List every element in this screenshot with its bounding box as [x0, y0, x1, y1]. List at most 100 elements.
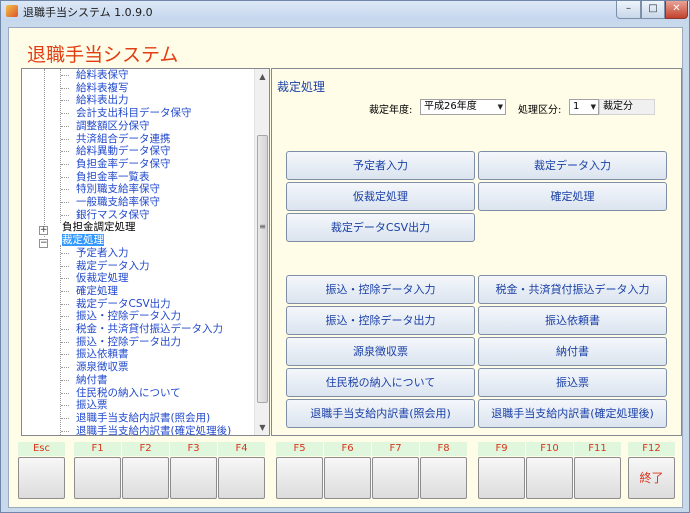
fkey-header-f3: F3	[170, 442, 217, 456]
fkey-button-f7[interactable]	[372, 457, 419, 499]
tree-item[interactable]: 給料表出力	[76, 94, 129, 107]
window-title: 退職手当システム 1.0.9.0	[23, 6, 153, 19]
tree-item-label: 納付書	[76, 373, 108, 386]
app-icon	[6, 5, 18, 17]
maximize-button[interactable]: □	[641, 1, 665, 19]
tree-item[interactable]: 税金・共済貸付振込データ入力	[76, 323, 223, 336]
tree-item[interactable]: 給料異動データ保守	[76, 145, 171, 158]
tree-guide-line	[61, 316, 69, 318]
action-button[interactable]: 振込票	[478, 368, 667, 397]
tree-item[interactable]: 納付書	[76, 374, 108, 387]
tree-item[interactable]: 確定処理	[76, 285, 118, 298]
category-text: 裁定分	[599, 99, 655, 115]
tree-guide-line	[61, 379, 69, 381]
fkey-button-f8[interactable]	[420, 457, 467, 499]
fkey-button-f1[interactable]	[74, 457, 121, 499]
action-button[interactable]: 裁定データ入力	[478, 151, 667, 180]
tree-guide-line	[61, 329, 69, 330]
title-bar[interactable]: 退職手当システム 1.0.9.0 – □ ✕	[1, 1, 689, 21]
tree-item[interactable]: 振込・控除データ出力	[76, 336, 181, 349]
action-button[interactable]: 退職手当支給内訳書(照会用)	[286, 399, 475, 428]
tree-scrollbar[interactable]: ▲ ≡ ▼	[254, 69, 269, 435]
dropdown-icon: ▼	[497, 103, 503, 111]
tree-item[interactable]: 負担金率データ保守	[76, 158, 171, 171]
action-button[interactable]: 振込・控除データ出力	[286, 306, 475, 335]
tree-item[interactable]: 負担金率一覧表	[76, 171, 150, 184]
section-title: 裁定処理	[277, 80, 326, 94]
tree-item[interactable]: 振込票	[76, 399, 108, 412]
tree-item-label: 住民税の納入について	[76, 386, 181, 399]
fkey-header-f6: F6	[324, 442, 371, 456]
tree-guide-line	[61, 75, 69, 76]
fkey-header-esc: Esc	[18, 442, 65, 456]
tree-item-label: 銀行マスタ保守	[76, 208, 150, 221]
tree-item-parent[interactable]: 負担金調定処理	[62, 221, 136, 234]
tree-guide-line	[61, 417, 69, 419]
tree-guide-line	[61, 405, 69, 407]
tree-item[interactable]: 振込依頼書	[76, 348, 129, 361]
action-button[interactable]: 退職手当支給内訳書(確定処理後)	[478, 399, 667, 428]
tree-item[interactable]: 共済組合データ連携	[76, 133, 171, 146]
tree-item-label: 特別職支給率保守	[76, 183, 160, 196]
scroll-thumb[interactable]	[257, 135, 268, 403]
tree-item[interactable]: 仮裁定処理	[76, 272, 129, 285]
fkey-button-f3[interactable]	[170, 457, 217, 499]
action-button[interactable]: 住民税の納入について	[286, 368, 475, 397]
tree-guide-line	[61, 202, 69, 203]
tree-item[interactable]: 会計支出科目データ保守	[76, 107, 192, 120]
fiscal-year-select[interactable]: 平成26年度 ▼	[420, 99, 506, 115]
action-button[interactable]: 納付書	[478, 337, 667, 366]
fkey-button-f12[interactable]: 終了	[628, 457, 675, 499]
scroll-down-icon[interactable]: ▼	[255, 420, 269, 435]
fkey-header-f9: F9	[478, 442, 525, 456]
fkey-button-f5[interactable]	[276, 457, 323, 499]
fkey-button-esc[interactable]	[18, 457, 65, 499]
tree-item[interactable]: 調整額区分保守	[76, 120, 150, 133]
tree-item[interactable]: 一般職支給率保守	[76, 196, 160, 209]
tree-item[interactable]: 予定者入力	[76, 247, 129, 260]
tree-item[interactable]: 給料表複写	[76, 82, 129, 95]
tree-item[interactable]: 裁定データ入力	[76, 260, 150, 273]
tree-guide-line	[61, 290, 69, 292]
tree-item-parent[interactable]: 裁定処理	[62, 234, 104, 247]
category-select[interactable]: 1 ▼	[569, 99, 599, 115]
action-button[interactable]: 確定処理	[478, 182, 667, 211]
fkey-button-f2[interactable]	[122, 457, 169, 499]
fkey-button-f10[interactable]	[526, 457, 573, 499]
action-button[interactable]: 予定者入力	[286, 151, 475, 180]
action-button[interactable]: 税金・共済貸付振込データ入力	[478, 275, 667, 304]
tree-item[interactable]: 源泉徴収票	[76, 361, 129, 374]
tree-item[interactable]: 住民税の納入について	[76, 387, 181, 400]
minimize-button[interactable]: –	[616, 1, 641, 19]
tree-item[interactable]: 退職手当支給内訳書(確定処理後)	[76, 425, 231, 435]
tree-item[interactable]: 給料表保守	[76, 69, 129, 82]
tree-guide-line	[61, 87, 69, 89]
action-button[interactable]: 裁定データCSV出力	[286, 213, 475, 242]
tree-item[interactable]: 銀行マスタ保守	[76, 209, 150, 222]
fkey-button-f11[interactable]	[574, 457, 621, 499]
fkey-button-f4[interactable]	[218, 457, 265, 499]
tree-item-label: 振込依頼書	[76, 348, 129, 361]
menu-tree[interactable]: + − 給料表保守 給料表複写 給料表出力 会計支出科目データ保守 調整額区分保守 共済組…	[21, 68, 270, 436]
action-button[interactable]: 仮裁定処理	[286, 182, 475, 211]
scroll-up-icon[interactable]: ▲	[255, 69, 269, 84]
action-button[interactable]: 振込依頼書	[478, 306, 667, 335]
fkey-button-f6[interactable]	[324, 457, 371, 499]
expand-icon[interactable]: +	[39, 226, 48, 235]
close-button[interactable]: ✕	[665, 1, 688, 19]
fkey-button-f9[interactable]	[478, 457, 525, 499]
action-button[interactable]: 振込・控除データ入力	[286, 275, 475, 304]
collapse-icon[interactable]: −	[39, 239, 48, 248]
action-button[interactable]: 源泉徴収票	[286, 337, 475, 366]
tree-guide-line	[61, 138, 69, 140]
tree-item-label: 源泉徴収票	[76, 361, 129, 374]
tree-item-label: 負担金調定処理	[62, 221, 136, 234]
tree-item-label: 振込・控除データ出力	[76, 335, 181, 348]
tree-item[interactable]: 特別職支給率保守	[76, 183, 160, 196]
tree-item-label: 給料表保守	[76, 69, 129, 81]
app-window: 退職手当システム 1.0.9.0 – □ ✕ 退職手当システム + − 給料表保…	[0, 0, 690, 513]
tree-item[interactable]: 裁定データCSV出力	[76, 298, 171, 311]
tree-guide-line	[61, 113, 69, 115]
tree-item[interactable]: 振込・控除データ入力	[76, 310, 181, 323]
tree-item[interactable]: 退職手当支給内訳書(照会用)	[76, 412, 210, 425]
